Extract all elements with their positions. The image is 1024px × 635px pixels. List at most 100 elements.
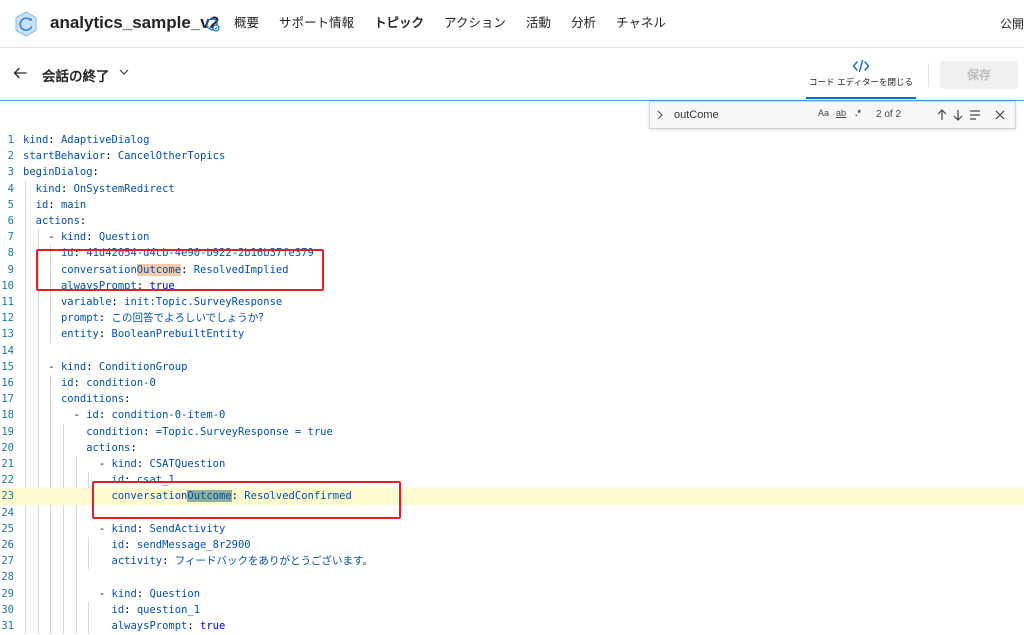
line-number: 4 (7, 182, 14, 195)
line-number: 25 (1, 522, 14, 535)
code-line[interactable]: 7 - kind: Question (0, 229, 1024, 245)
code-line[interactable]: 11 variable: init:Topic.SurveyResponse (0, 294, 1024, 310)
code-text: activity: フィードバックをありがとうございます。 (111, 555, 373, 568)
code-line[interactable]: 21 - kind: CSATQuestion (0, 456, 1024, 472)
code-text: kind: AdaptiveDialog (23, 134, 150, 146)
code-line[interactable]: 13 entity: BooleanPrebuiltEntity (0, 326, 1024, 342)
line-number: 21 (1, 458, 14, 470)
match-case-toggle[interactable]: Aa (818, 108, 829, 118)
code-text: id: question_1 (111, 603, 201, 616)
code-line[interactable]: 18 - id: condition-0-item-0 (0, 407, 1024, 423)
code-editor[interactable]: 1 kind: AdaptiveDialog 2 startBehavior: Can… (0, 130, 1024, 635)
code-line[interactable]: 20 actions: (0, 440, 1024, 456)
line-number: 27 (1, 555, 14, 568)
code-text: - kind: Question (23, 587, 201, 600)
code-line[interactable]: 17 conditions: (0, 391, 1024, 407)
code-line[interactable]: 1 kind: AdaptiveDialog (0, 132, 1024, 148)
topic-title[interactable]: 会話の終了 (42, 65, 110, 85)
line-number: 9 (7, 263, 14, 276)
code-text: entity: BooleanPrebuiltEntity (60, 328, 245, 341)
code-line[interactable]: 29 - kind: Question (0, 586, 1024, 602)
code-line[interactable]: 5 id: main (0, 197, 1024, 213)
code-text: actions: (86, 441, 137, 454)
code-line[interactable]: 14 (0, 343, 1024, 359)
close-code-editor-button[interactable]: コード エディターを閉じる (806, 55, 916, 99)
line-number: 19 (1, 425, 14, 438)
code-line[interactable]: 6 actions: (0, 213, 1024, 229)
chevron-right-icon[interactable] (655, 109, 665, 121)
agent-status-icon[interactable] (203, 15, 221, 33)
next-match-icon[interactable] (951, 107, 965, 123)
code-icon (852, 59, 870, 73)
code-text: startBehavior: CancelOtherTopics (23, 150, 226, 163)
nav-overview[interactable]: 概要 (234, 0, 259, 48)
code-text: kind: OnSystemRedirect (35, 182, 175, 195)
back-arrow-icon[interactable] (12, 65, 28, 81)
line-number: 14 (1, 344, 14, 357)
code-text: - kind: SendActivity (23, 522, 226, 535)
line-number: 5 (7, 198, 14, 211)
code-text: beginDialog: (23, 166, 99, 179)
regex-toggle[interactable]: .* (855, 108, 861, 118)
find-widget: Aa ab .* 2 of 2 (649, 101, 1016, 129)
code-line[interactable]: 28 (0, 569, 1024, 585)
line-number: 30 (1, 603, 14, 616)
code-line[interactable]: 12 prompt: この回答でよろしいでしょうか? (0, 310, 1024, 326)
agent-name[interactable]: analytics_sample_v2 (50, 13, 219, 33)
code-line[interactable]: 25 - kind: SendActivity (0, 521, 1024, 537)
chevron-down-icon[interactable] (118, 66, 130, 78)
line-number: 11 (1, 296, 14, 308)
code-line[interactable]: 4 kind: OnSystemRedirect (0, 181, 1024, 197)
main-nav: 概要 サポート情報 トピック アクション 活動 分析 チャネル (234, 0, 686, 48)
nav-channels[interactable]: チャネル (616, 0, 666, 48)
code-line[interactable]: 30 id: question_1 (0, 602, 1024, 618)
code-line[interactable]: 3 beginDialog: (0, 164, 1024, 180)
line-number: 13 (1, 328, 14, 341)
line-number: 22 (1, 474, 14, 487)
publish-button[interactable]: 公開 (1000, 15, 1024, 32)
previous-match-icon[interactable] (935, 107, 949, 123)
line-number: 10 (1, 279, 14, 292)
line-number: 31 (1, 620, 14, 632)
code-line[interactable]: 19 condition: =Topic.SurveyResponse = tr… (0, 424, 1024, 440)
nav-activity[interactable]: 活動 (526, 0, 551, 48)
code-text: actions: (35, 215, 87, 227)
close-icon[interactable] (993, 107, 1007, 123)
find-in-selection-icon[interactable] (968, 107, 982, 123)
whole-word-toggle[interactable]: ab (836, 108, 846, 118)
code-line[interactable]: 15 - kind: ConditionGroup (0, 359, 1024, 375)
line-number: 29 (1, 587, 14, 600)
code-line[interactable]: 31 alwaysPrompt: true (0, 618, 1024, 634)
code-line[interactable]: 16 id: condition-0 (0, 375, 1024, 391)
code-editor-label: コード エディターを閉じる (808, 78, 914, 88)
line-number: 23 (1, 490, 14, 503)
topic-header: 会話の終了 コード エディターを閉じる 保存 (0, 49, 1024, 101)
code-line[interactable]: 26 id: sendMessage_8r2900 (0, 537, 1024, 553)
nav-topics[interactable]: トピック (374, 0, 424, 48)
copilot-studio-logo-icon[interactable] (12, 10, 40, 38)
line-number: 24 (1, 506, 14, 519)
code-text: conditions: (60, 393, 131, 406)
nav-knowledge[interactable]: サポート情報 (279, 0, 354, 48)
line-number: 12 (1, 312, 14, 325)
code-text: condition: =Topic.SurveyResponse = true (86, 425, 333, 438)
line-number: 2 (7, 150, 14, 163)
line-number: 1 (7, 134, 14, 146)
nav-analytics[interactable]: 分析 (571, 0, 596, 48)
code-text: - id: condition-0-item-0 (23, 409, 226, 422)
save-button[interactable]: 保存 (940, 61, 1018, 89)
app-bar: analytics_sample_v2 概要 サポート情報 トピック アクション… (0, 0, 1024, 48)
line-number: 3 (7, 166, 14, 179)
line-number: 8 (7, 247, 14, 260)
nav-actions[interactable]: アクション (444, 0, 506, 48)
match-count: 2 of 2 (876, 109, 902, 120)
code-line[interactable]: 27 activity: フィードバックをありがとうございます。 (0, 553, 1024, 569)
highlight-box-outcome-1 (36, 249, 324, 291)
code-line[interactable]: 2 startBehavior: CancelOtherTopics (0, 148, 1024, 164)
line-number: 26 (1, 539, 14, 551)
line-number: 20 (1, 441, 14, 454)
code-text: - kind: CSATQuestion (23, 458, 226, 470)
line-number: 7 (7, 231, 14, 244)
line-number: 16 (1, 377, 14, 389)
line-number: 18 (1, 409, 14, 422)
